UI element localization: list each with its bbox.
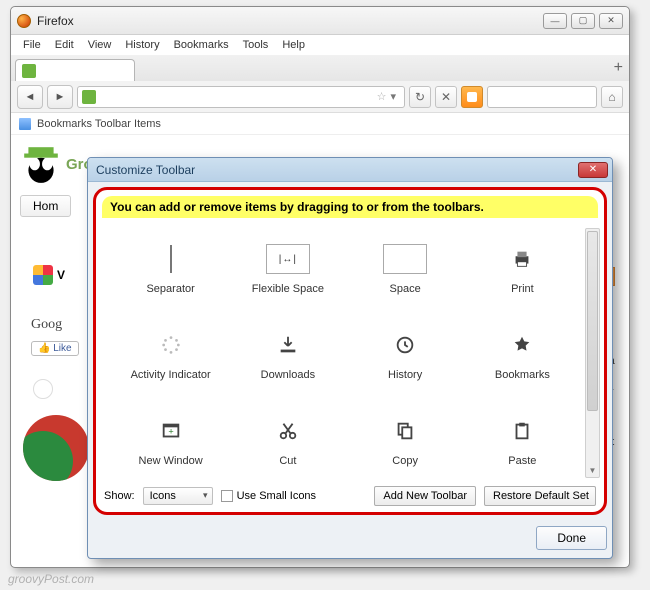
small-icons-label: Use Small Icons bbox=[237, 490, 316, 502]
menu-help[interactable]: Help bbox=[276, 37, 311, 53]
dialog-hint: You can add or remove items by dragging … bbox=[102, 196, 598, 218]
customize-toolbar-dialog: Customize Toolbar ✕ You can add or remov… bbox=[87, 157, 613, 559]
url-dropdown-icon[interactable]: ▾ bbox=[386, 90, 400, 103]
dialog-options-row: Show: Icons Use Small Icons Add New Tool… bbox=[104, 486, 596, 506]
chrome-icon bbox=[23, 415, 89, 481]
show-select[interactable]: Icons bbox=[143, 487, 213, 505]
new-tab-button[interactable]: + bbox=[614, 59, 623, 77]
item-new-window[interactable]: + New Window bbox=[112, 398, 229, 484]
like-button[interactable]: 👍 Like bbox=[31, 341, 79, 356]
groovy-logo-icon bbox=[20, 143, 62, 185]
favicon-icon bbox=[22, 64, 36, 78]
dialog-close-button[interactable]: ✕ bbox=[578, 162, 608, 178]
page-heading-fragment: Goog bbox=[31, 317, 62, 333]
download-icon bbox=[277, 334, 299, 356]
space-icon bbox=[383, 244, 427, 274]
separator-icon bbox=[170, 245, 172, 273]
toolbar-items-grid: Separator |↔| Flexible Space Space P bbox=[96, 222, 585, 488]
bookmarks-toolbar[interactable]: Bookmarks Toolbar Items bbox=[11, 113, 629, 135]
watermark: groovyPost.com bbox=[8, 572, 94, 586]
minimize-button[interactable]: — bbox=[543, 13, 567, 29]
flexible-space-icon: |↔| bbox=[266, 244, 310, 274]
copy-icon bbox=[394, 420, 416, 442]
tab-bar: + bbox=[11, 55, 629, 81]
star-icon[interactable]: ☆ bbox=[377, 90, 387, 103]
history-icon bbox=[394, 334, 416, 356]
item-flexible-space[interactable]: |↔| Flexible Space bbox=[229, 226, 346, 312]
reload-button[interactable]: ↻ bbox=[409, 86, 431, 108]
menu-history[interactable]: History bbox=[119, 37, 165, 53]
reddit-icon[interactable] bbox=[33, 379, 53, 399]
menu-edit[interactable]: Edit bbox=[49, 37, 80, 53]
item-space[interactable]: Space bbox=[347, 226, 464, 312]
home-button[interactable]: ⌂ bbox=[601, 86, 623, 108]
windows-icon bbox=[33, 265, 53, 285]
tab-active[interactable] bbox=[15, 59, 135, 81]
dialog-scrollbar[interactable]: ▼ bbox=[585, 228, 600, 478]
titlebar[interactable]: Firefox — ▢ ✕ bbox=[11, 7, 629, 35]
activity-icon bbox=[160, 334, 182, 356]
item-downloads[interactable]: Downloads bbox=[229, 312, 346, 398]
window-controls: — ▢ ✕ bbox=[543, 13, 629, 29]
small-icons-checkbox[interactable] bbox=[221, 490, 233, 502]
item-activity-indicator[interactable]: Activity Indicator bbox=[112, 312, 229, 398]
nav-toolbar: ◄ ► ☆ ▾ ↻ ✕ ⌂ bbox=[11, 81, 629, 113]
dialog-footer: Done bbox=[93, 523, 607, 553]
search-engine-button[interactable] bbox=[461, 86, 483, 108]
item-separator[interactable]: Separator bbox=[112, 226, 229, 312]
url-field[interactable]: ☆ ▾ bbox=[77, 86, 405, 108]
new-window-icon: + bbox=[160, 420, 182, 442]
page-fragment-v: V bbox=[57, 268, 65, 282]
scroll-down-icon[interactable]: ▼ bbox=[587, 464, 598, 476]
item-copy[interactable]: Copy bbox=[347, 398, 464, 484]
window-title: Firefox bbox=[37, 14, 74, 28]
highlight-annotation: You can add or remove items by dragging … bbox=[93, 187, 607, 515]
firefox-icon bbox=[17, 14, 31, 28]
add-new-toolbar-button[interactable]: Add New Toolbar bbox=[374, 486, 476, 506]
restore-default-button[interactable]: Restore Default Set bbox=[484, 486, 596, 506]
firefox-window: Firefox — ▢ ✕ File Edit View History Boo… bbox=[10, 6, 630, 568]
item-cut[interactable]: Cut bbox=[229, 398, 346, 484]
print-icon bbox=[511, 248, 533, 270]
item-history[interactable]: History bbox=[347, 312, 464, 398]
dialog-title: Customize Toolbar bbox=[92, 163, 195, 177]
menu-view[interactable]: View bbox=[82, 37, 118, 53]
scroll-thumb[interactable] bbox=[587, 231, 598, 411]
forward-button[interactable]: ► bbox=[47, 85, 73, 109]
svg-text:+: + bbox=[168, 427, 173, 437]
done-button[interactable]: Done bbox=[536, 526, 607, 550]
close-button[interactable]: ✕ bbox=[599, 13, 623, 29]
bookmarks-icon bbox=[19, 118, 31, 130]
bookmarks-toolbar-label: Bookmarks Toolbar Items bbox=[37, 118, 161, 130]
paste-icon bbox=[511, 420, 533, 442]
url-favicon-icon bbox=[82, 90, 96, 104]
bookmarks-star-icon bbox=[511, 334, 533, 356]
item-paste[interactable]: Paste bbox=[464, 398, 581, 484]
show-label: Show: bbox=[104, 490, 135, 502]
maximize-button[interactable]: ▢ bbox=[571, 13, 595, 29]
menu-bookmarks[interactable]: Bookmarks bbox=[168, 37, 235, 53]
dialog-titlebar[interactable]: Customize Toolbar ✕ bbox=[88, 158, 612, 182]
item-bookmarks[interactable]: Bookmarks bbox=[464, 312, 581, 398]
menu-file[interactable]: File bbox=[17, 37, 47, 53]
home-nav-button[interactable]: Hom bbox=[20, 195, 71, 217]
cut-icon bbox=[277, 420, 299, 442]
search-input[interactable] bbox=[487, 86, 597, 108]
back-button[interactable]: ◄ bbox=[17, 85, 43, 109]
menu-tools[interactable]: Tools bbox=[237, 37, 275, 53]
item-print[interactable]: Print bbox=[464, 226, 581, 312]
menu-bar: File Edit View History Bookmarks Tools H… bbox=[11, 35, 629, 55]
stop-button[interactable]: ✕ bbox=[435, 86, 457, 108]
